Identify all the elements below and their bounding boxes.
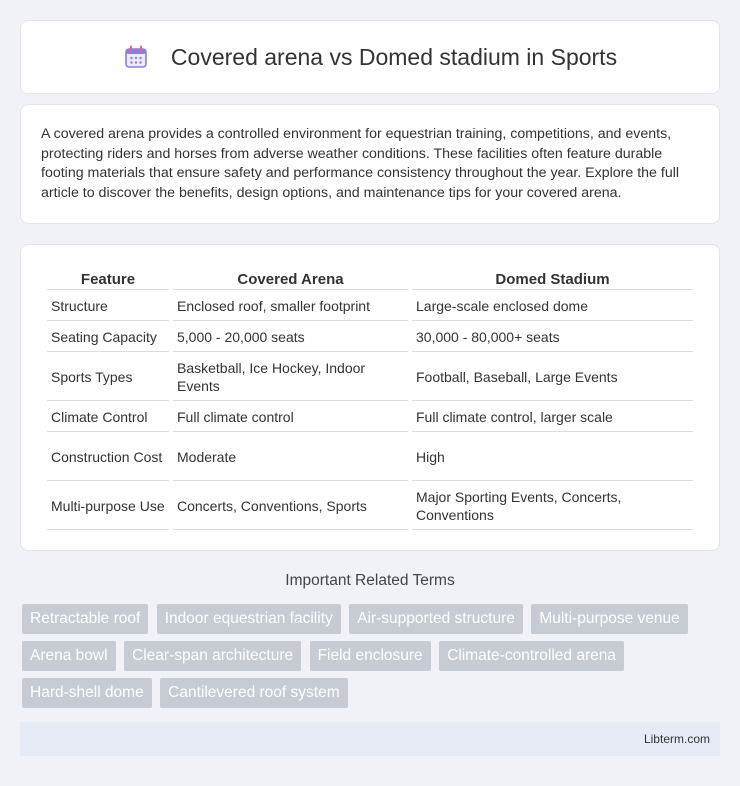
term-tag[interactable]: Cantilevered roof system [160,678,348,708]
table-row: Seating Capacity 5,000 - 20,000 seats 30… [47,323,693,352]
comparison-table: Feature Covered Arena Domed Stadium Stru… [43,265,697,532]
table-cell: 30,000 - 80,000+ seats [412,323,693,352]
title-card: Covered arena vs Domed stadium in Sports [20,20,720,94]
table-cell: Construction Cost [47,434,169,481]
table-cell: Multi-purpose Use [47,483,169,530]
table-cell: Sports Types [47,354,169,401]
table-cell: Enclosed roof, smaller footprint [173,292,408,321]
table-cell: Moderate [173,434,408,481]
table-cell: High [412,434,693,481]
table-cell: 5,000 - 20,000 seats [173,323,408,352]
term-tag[interactable]: Multi-purpose venue [531,604,688,634]
table-row: Sports Types Basketball, Ice Hockey, Ind… [47,354,693,401]
header-domed-stadium: Domed Stadium [412,267,693,290]
related-terms-title: Important Related Terms [285,572,455,589]
table-cell: Full climate control [173,403,408,432]
footer-site-link[interactable]: Libterm.com [644,732,710,746]
table-cell: Basketball, Ice Hockey, Indoor Events [173,354,408,401]
table-cell: Structure [47,292,169,321]
table-cell: Climate Control [47,403,169,432]
header-feature: Feature [47,267,169,290]
table-row: Multi-purpose Use Concerts, Conventions,… [47,483,693,530]
page-title: Covered arena vs Domed stadium in Sports [170,43,618,70]
footer: Libterm.com [20,722,720,756]
table-row: Climate Control Full climate control Ful… [47,403,693,432]
table-cell: Major Sporting Events, Concerts, Convent… [412,483,693,530]
table-cell: Seating Capacity [47,323,169,352]
comparison-table-card: Feature Covered Arena Domed Stadium Stru… [20,244,720,551]
term-tag[interactable]: Clear-span architecture [124,641,302,671]
table-row: Structure Enclosed roof, smaller footpri… [47,292,693,321]
table-cell: Large-scale enclosed dome [412,292,693,321]
table-cell: Concerts, Conventions, Sports [173,483,408,530]
term-tag[interactable]: Arena bowl [22,641,116,671]
intro-text: A covered arena provides a controlled en… [41,126,680,201]
calendar-icon [125,45,147,68]
header-covered-arena: Covered Arena [173,267,408,290]
term-tag[interactable]: Air-supported structure [349,604,523,634]
table-row: Construction Cost Moderate High [47,434,693,481]
term-tag[interactable]: Indoor equestrian facility [156,604,341,634]
intro-card: A covered arena provides a controlled en… [20,104,720,224]
term-tag[interactable]: Climate-controlled arena [439,641,624,671]
term-tag[interactable]: Field enclosure [309,641,431,671]
table-cell: Full climate control, larger scale [412,403,693,432]
term-tag[interactable]: Retractable roof [22,604,149,634]
table-cell: Football, Baseball, Large Events [412,354,693,401]
table-header-row: Feature Covered Arena Domed Stadium [47,267,693,290]
term-tag[interactable]: Hard-shell dome [22,678,152,708]
related-terms-list: Retractable roof Indoor equestrian facil… [22,604,722,715]
